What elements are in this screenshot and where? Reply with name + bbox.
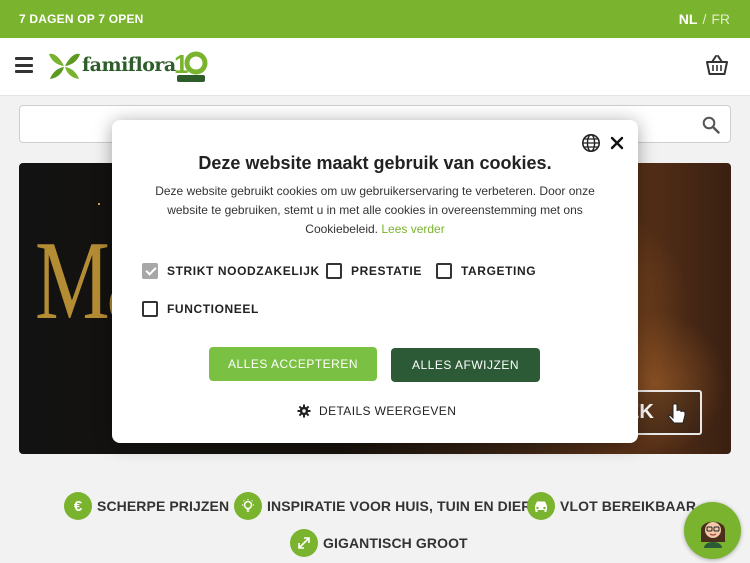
shopping-basket-icon[interactable]: [705, 53, 729, 77]
cookie-description-text: Deze website gebruikt cookies om uw gebr…: [155, 184, 595, 236]
euro-icon: €: [64, 492, 92, 520]
show-details-button[interactable]: DETAILS WEERGEVEN: [297, 404, 456, 418]
assistant-avatar-icon: [701, 521, 725, 548]
checkbox-label: STRIKT NOODZAKELIJK: [167, 264, 320, 278]
usp-item: INSPIRATIE VOOR HUIS, TUIN EN DIER: [234, 491, 532, 521]
cookie-dialog-title: Deze website maakt gebruik van cookies.: [198, 153, 552, 173]
checkbox-targeting[interactable]: TARGETING: [436, 263, 536, 279]
usp-item: € SCHERPE PRIJZEN: [64, 491, 229, 521]
checkbox-box: [436, 263, 452, 279]
usp-label: SCHERPE PRIJZEN: [97, 498, 230, 514]
checkbox-checked-icon: [142, 263, 158, 279]
checkbox-label: PRESTATIE: [351, 264, 422, 278]
usp-label: INSPIRATIE VOOR HUIS, TUIN EN DIER: [267, 498, 532, 514]
chat-assistant-button[interactable]: [684, 502, 741, 559]
reject-all-button[interactable]: ALLES AFWIJZEN: [391, 348, 540, 382]
cookie-dialog-description: Deze website gebruikt cookies om uw gebr…: [138, 182, 612, 239]
checkbox-functional[interactable]: FUNCTIONEEL: [142, 301, 259, 317]
accept-all-button[interactable]: ALLES ACCEPTEREN: [209, 347, 377, 381]
show-details-label: DETAILS WEERGEVEN: [319, 404, 457, 418]
checkbox-strictly-necessary[interactable]: STRIKT NOODZAKELIJK: [142, 263, 320, 279]
language-fr-link[interactable]: FR: [711, 11, 730, 27]
expand-icon: [290, 529, 318, 557]
checkbox-box: [142, 301, 158, 317]
search-icon[interactable]: [702, 116, 720, 134]
globe-language-icon[interactable]: [581, 133, 601, 153]
car-icon: [527, 492, 555, 520]
pointer-cursor-icon: [667, 403, 686, 424]
checkbox-label: TARGETING: [461, 264, 537, 278]
anniversary-badge-icon: 1: [174, 49, 208, 82]
language-separator: /: [702, 11, 707, 27]
gear-icon: [297, 404, 311, 418]
close-icon[interactable]: [610, 136, 624, 150]
usp-label: VLOT BEREIKBAAR: [560, 498, 697, 514]
checkbox-box: [326, 263, 342, 279]
checkbox-performance[interactable]: PRESTATIE: [326, 263, 422, 279]
hero-sparkle: [98, 203, 100, 205]
usp-label: GIGANTISCH GROOT: [323, 535, 468, 551]
logo-wordmark: famiflora: [82, 54, 176, 76]
usp-item: GIGANTISCH GROOT: [290, 528, 468, 558]
lightbulb-icon: [234, 492, 262, 520]
cookie-consent-dialog: Deze website maakt gebruik van cookies. …: [112, 120, 638, 443]
language-switcher: NL / FR: [679, 11, 730, 27]
hamburger-menu-icon[interactable]: [15, 57, 33, 73]
site-header: famiflora 1: [0, 38, 750, 96]
famiflora-logo[interactable]: famiflora 1: [48, 49, 208, 85]
leaf-logo-icon: [49, 53, 80, 79]
read-more-link[interactable]: Lees verder: [381, 222, 444, 236]
top-bar: 7 DAGEN OP 7 OPEN NL / FR: [0, 0, 750, 38]
usp-item: VLOT BEREIKBAAR: [527, 491, 696, 521]
opening-hours-text: 7 DAGEN OP 7 OPEN: [19, 12, 144, 26]
checkbox-label: FUNCTIONEEL: [167, 302, 259, 316]
language-nl-link[interactable]: NL: [679, 11, 698, 27]
